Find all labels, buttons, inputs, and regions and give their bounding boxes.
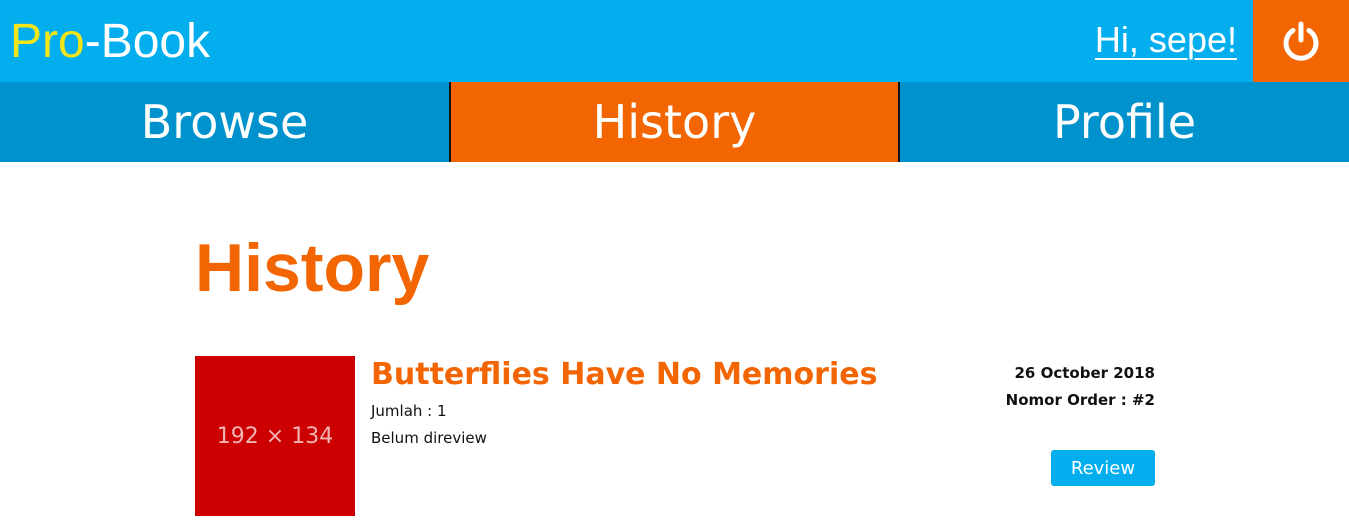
- order-item: 192 × 134 Butterflies Have No Memories J…: [195, 356, 1155, 516]
- book-cover-image: 192 × 134: [195, 356, 355, 516]
- main-nav: Browse History Profile: [0, 82, 1349, 162]
- brand-logo: Pro-Book: [10, 14, 210, 70]
- book-title: Butterflies Have No Memories: [371, 357, 878, 392]
- brand-prefix: Pro: [10, 15, 85, 68]
- review-button[interactable]: Review: [1051, 450, 1155, 486]
- cover-placeholder-text: 192 × 134: [216, 423, 334, 449]
- power-icon: [1283, 21, 1319, 61]
- tab-browse[interactable]: Browse: [0, 82, 449, 162]
- order-number: Nomor Order : #2: [1005, 391, 1155, 409]
- tab-profile[interactable]: Profile: [898, 82, 1349, 162]
- order-date: 26 October 2018: [1014, 364, 1156, 382]
- brand-suffix: -Book: [84, 15, 211, 68]
- logout-button[interactable]: [1253, 0, 1349, 82]
- page-title: History: [195, 230, 430, 306]
- user-greeting-link[interactable]: Hi, sepe!: [1095, 18, 1237, 62]
- review-status: Belum direview: [371, 429, 487, 447]
- order-quantity: Jumlah : 1: [371, 402, 447, 420]
- top-bar: Pro-Book Hi, sepe!: [0, 0, 1349, 82]
- tab-history[interactable]: History: [449, 82, 898, 162]
